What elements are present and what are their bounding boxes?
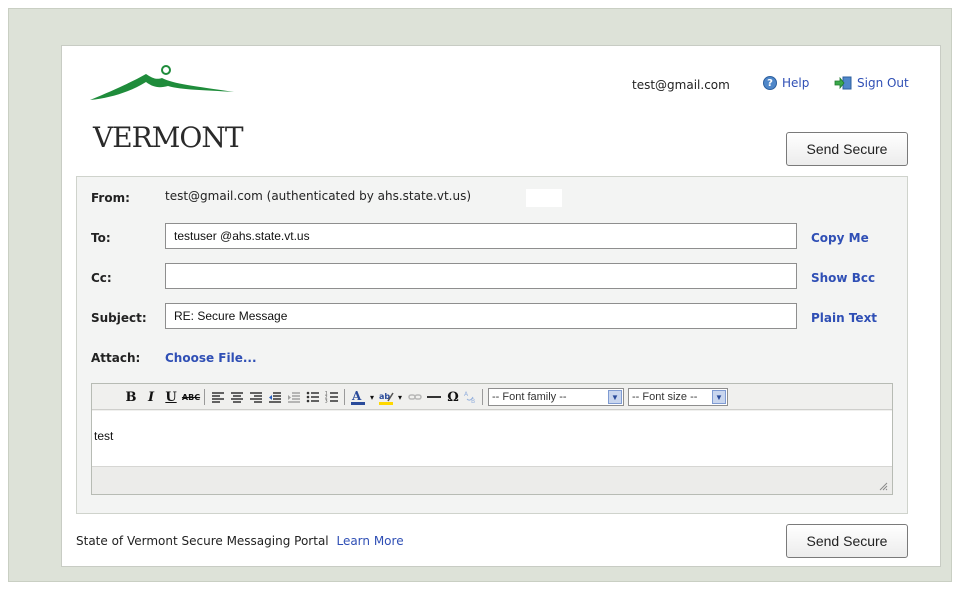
message-card: VERMONT test@gmail.com ? Help Sign Out S… xyxy=(61,45,941,567)
help-link[interactable]: ? Help xyxy=(763,76,809,90)
copy-me-link[interactable]: Copy Me xyxy=(811,231,869,245)
subject-field[interactable]: RE: Secure Message xyxy=(165,303,797,329)
bold-button[interactable]: B xyxy=(124,388,138,406)
vermont-logo: VERMONT xyxy=(84,60,244,160)
from-value: test@gmail.com (authenticated by ahs.sta… xyxy=(165,189,472,203)
highlight-dropdown-icon[interactable]: ▾ xyxy=(396,388,404,406)
editor-toolbar: B I U ABC 1 2 3 A ▾ ab ▾ Ω A B -- Font f… xyxy=(92,384,892,410)
highlight-color-icon[interactable]: ab xyxy=(378,388,396,406)
cc-label: Cc: xyxy=(91,271,112,285)
page-background: VERMONT test@gmail.com ? Help Sign Out S… xyxy=(8,8,952,582)
show-bcc-link[interactable]: Show Bcc xyxy=(811,271,875,285)
resize-grip-icon[interactable] xyxy=(878,480,888,491)
logo-text: VERMONT xyxy=(93,121,244,154)
link-icon[interactable] xyxy=(408,388,422,406)
to-field[interactable]: testuser @ahs.state.vt.us xyxy=(165,223,797,249)
send-secure-button-top[interactable]: Send Secure xyxy=(786,132,908,166)
text-color-dropdown-icon[interactable]: ▾ xyxy=(368,388,376,406)
editor-content-area[interactable]: test xyxy=(92,411,892,466)
choose-file-link[interactable]: Choose File... xyxy=(165,351,257,365)
to-label: To: xyxy=(91,231,111,245)
special-character-button[interactable]: Ω xyxy=(446,388,460,406)
text-color-icon[interactable]: A xyxy=(350,388,368,406)
footer-text: State of Vermont Secure Messaging Portal xyxy=(76,534,329,548)
align-right-icon[interactable] xyxy=(248,388,264,406)
footer: State of Vermont Secure Messaging Portal… xyxy=(76,534,404,548)
vermont-logo-mark xyxy=(90,65,234,100)
strikethrough-button[interactable]: ABC xyxy=(182,388,200,406)
align-left-icon[interactable] xyxy=(210,388,226,406)
send-secure-button-bottom[interactable]: Send Secure xyxy=(786,524,908,558)
help-label: Help xyxy=(782,76,810,90)
svg-text:A: A xyxy=(351,389,362,403)
editor-status-bar xyxy=(92,466,892,494)
user-email: test@gmail.com xyxy=(632,78,730,92)
plain-text-link[interactable]: Plain Text xyxy=(811,311,877,325)
help-icon: ? xyxy=(763,76,777,90)
toolbar-separator xyxy=(344,389,345,405)
align-center-icon[interactable] xyxy=(229,388,245,406)
compose-form: From: test@gmail.com (authenticated by a… xyxy=(76,176,908,514)
subject-label: Subject: xyxy=(91,311,147,325)
font-size-value: -- Font size -- xyxy=(632,391,698,403)
sign-out-icon xyxy=(834,76,852,90)
svg-text:A: A xyxy=(464,391,469,398)
chevron-down-icon: ▼ xyxy=(712,390,726,404)
underline-button[interactable]: U xyxy=(164,388,178,406)
character-map-icon[interactable]: AB xyxy=(464,388,478,406)
rich-text-editor: B I U ABC 1 2 3 A ▾ ab ▾ Ω A B -- Font f… xyxy=(91,383,893,495)
toolbar-separator xyxy=(482,389,483,405)
italic-button[interactable]: I xyxy=(144,388,158,406)
font-size-select[interactable]: -- Font size -- ▼ xyxy=(628,388,728,406)
svg-text:3: 3 xyxy=(325,399,328,404)
learn-more-link[interactable]: Learn More xyxy=(336,534,403,548)
from-blank-box xyxy=(526,189,562,207)
sign-out-link[interactable]: Sign Out xyxy=(834,76,909,90)
toolbar-separator xyxy=(204,389,205,405)
attach-label: Attach: xyxy=(91,351,141,365)
chevron-down-icon: ▼ xyxy=(608,390,622,404)
numbered-list-icon[interactable]: 123 xyxy=(324,388,340,406)
font-family-value: -- Font family -- xyxy=(492,391,567,403)
horizontal-rule-icon[interactable] xyxy=(426,388,442,406)
cc-field[interactable] xyxy=(165,263,797,289)
indent-icon[interactable] xyxy=(286,388,302,406)
from-label: From: xyxy=(91,191,130,205)
bullet-list-icon[interactable] xyxy=(305,388,321,406)
outdent-icon[interactable] xyxy=(267,388,283,406)
font-family-select[interactable]: -- Font family -- ▼ xyxy=(488,388,624,406)
sign-out-label: Sign Out xyxy=(857,76,909,90)
